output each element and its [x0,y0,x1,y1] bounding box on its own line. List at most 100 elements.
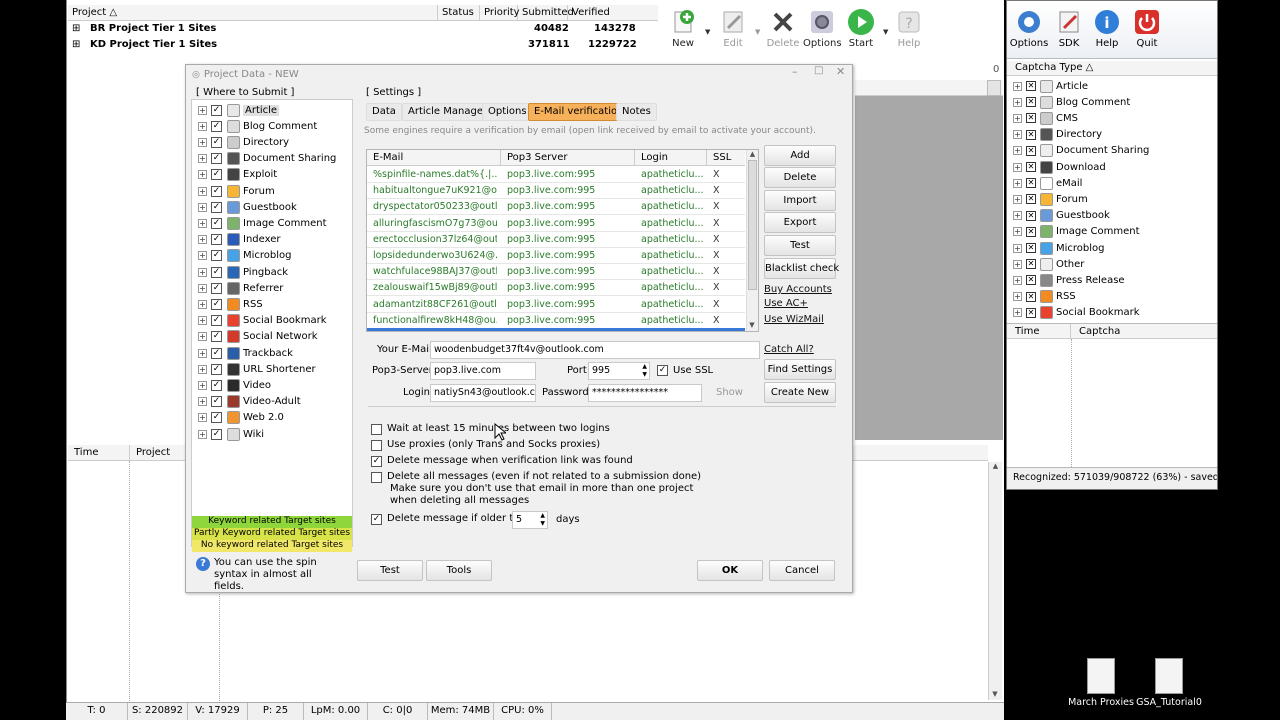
expand-icon[interactable]: + [198,364,207,374]
delete-found-option[interactable]: ✓ Delete message when verification link w… [371,455,633,467]
captcha-type-item[interactable]: + ✕ Document Sharing [1013,143,1149,159]
expand-icon[interactable]: + [1013,259,1022,269]
captcha-type-item[interactable]: + ✕ Social Bookmark [1013,305,1140,321]
checkbox-checked[interactable]: ✓ [371,456,382,467]
close-button[interactable]: ✕ [836,65,845,78]
checkbox-checked[interactable]: ✕ [1026,194,1036,205]
test-button[interactable]: Test [764,235,836,256]
new-button[interactable]: New [667,8,699,49]
blacklist-check-button[interactable]: Blacklist check [764,258,839,279]
edit-dropdown-icon[interactable]: ▼ [755,28,760,36]
checkbox-checked[interactable]: ✓ [211,298,222,310]
captcha-type-item[interactable]: + ✕ Image Comment [1013,224,1140,240]
port-field[interactable]: 995 ▲ ▼ [588,362,650,380]
delete-older-option[interactable]: ✓ Delete message if older than [371,513,532,525]
engine-item[interactable]: + ✓ Video [198,377,271,393]
engine-item[interactable]: + ✓ Document Sharing [198,151,336,167]
engine-item[interactable]: + ✓ Exploit [198,167,277,183]
add-button[interactable]: Add [764,145,836,166]
table-row[interactable]: dryspectator050233@outl... pop3.live.com:… [367,199,745,216]
tab-notes[interactable]: Notes [616,103,657,121]
expand-icon[interactable]: + [1013,162,1022,172]
captcha-type-item[interactable]: + ✕ Article [1013,78,1088,94]
desktop-file-tutorial[interactable]: GSA_Tutorial0 [1134,658,1204,708]
checkbox-checked[interactable]: ✕ [1026,97,1036,108]
find-settings-button[interactable]: Find Settings [764,359,836,380]
checkbox-checked[interactable]: ✓ [211,363,222,375]
col-priority[interactable]: Priority [480,5,520,20]
table-row[interactable]: habitualtongue7uK921@ou... pop3.live.com:… [367,183,745,200]
table-row[interactable]: zealouswaif15wBj89@outl... pop3.live.com:… [367,280,745,297]
maximize-button[interactable]: □ [814,65,823,76]
options-button[interactable]: Options [803,8,842,49]
checkbox-checked[interactable]: ✕ [1026,129,1036,140]
email-table-scrollbar[interactable]: ▲ ▼ [746,150,758,331]
expand-icon[interactable]: + [1013,292,1022,302]
table-row[interactable]: watchfulace98BAJ37@outl... pop3.live.com:… [367,264,745,281]
engine-item[interactable]: + ✓ Image Comment [198,215,327,231]
expand-icon[interactable]: + [1013,81,1022,91]
captcha-type-item[interactable]: + ✕ Guestbook [1013,208,1110,224]
expand-icon[interactable]: + [1013,178,1022,188]
engine-item[interactable]: + ✓ Microblog [198,248,292,264]
engine-item[interactable]: + ✓ Pingback [198,264,288,280]
checkbox-checked[interactable]: ✓ [211,104,222,116]
show-password-button[interactable]: Show [716,387,743,398]
checkbox-unchecked[interactable] [371,424,382,435]
engine-item[interactable]: + ✓ RSS [198,296,263,312]
expand-icon[interactable]: + [1013,194,1022,204]
checkbox-checked[interactable]: ✕ [1026,113,1036,124]
col-submitted[interactable]: Submitted [518,5,574,20]
engine-item[interactable]: + ✓ Web 2.0 [198,410,284,426]
captcha-options-button[interactable]: Options [1009,9,1049,49]
col-pop3[interactable]: Pop3 Server [501,150,635,165]
captcha-type-item[interactable]: + ✕ CMS [1013,110,1078,126]
checkbox-checked[interactable]: ✓ [371,514,382,525]
use-ssl-checkbox[interactable]: ✓ Use SSL [657,365,713,376]
tab-article-manager[interactable]: Article Manager [402,103,494,121]
expand-icon[interactable]: + [198,267,207,277]
checkbox-checked[interactable]: ✓ [211,136,222,148]
engine-item[interactable]: + ✓ Video-Adult [198,394,301,410]
checkbox-checked[interactable]: ✕ [1026,259,1036,270]
tab-email-verification[interactable]: E-Mail verification [528,103,630,121]
checkbox-checked[interactable]: ✓ [211,201,222,213]
expand-icon[interactable]: + [1013,227,1022,237]
checkbox-checked[interactable]: ✕ [1026,145,1036,156]
col-project[interactable]: Project △ [68,5,438,20]
checkbox-checked[interactable]: ✕ [1026,226,1036,237]
captcha-type-item[interactable]: + ✕ Microblog [1013,240,1105,256]
col-login[interactable]: Login [635,150,707,165]
expand-icon[interactable]: + [198,235,207,245]
table-row[interactable]: alluringfascismO7g73@ou... pop3.live.com:… [367,216,745,232]
create-new-button[interactable]: Create New [764,382,836,403]
wait-option[interactable]: Wait at least 15 minutes between two log… [371,423,610,435]
expand-icon[interactable]: + [198,283,207,293]
col-time[interactable]: Time [68,445,130,460]
table-row[interactable]: functionalfirew8kH48@ou... pop3.live.com:… [367,313,745,329]
tab-options[interactable]: Options [482,103,533,121]
checkbox-unchecked[interactable] [371,440,382,451]
expand-icon[interactable]: + [198,299,207,309]
checkbox-checked[interactable]: ✓ [211,120,222,132]
checkbox-checked[interactable]: ✓ [211,185,222,197]
captcha-type-item[interactable]: + ✕ eMail [1013,175,1082,191]
col-time[interactable]: Time [1007,324,1071,338]
checkbox-checked[interactable]: ✓ [211,153,222,165]
help-button[interactable]: ? Help [893,8,925,49]
checkbox-checked[interactable]: ✕ [1026,178,1036,189]
col-status[interactable]: Status [438,5,480,20]
expand-icon[interactable]: + [1013,146,1022,156]
captcha-type-header[interactable]: Captcha Type △ [1007,61,1217,76]
engine-item[interactable]: + ✓ Article [198,102,280,118]
table-row[interactable]: adamantzit88CF261@outl... pop3.live.com:9… [367,297,745,313]
checkbox-checked[interactable]: ✓ [211,169,222,181]
expand-icon[interactable]: + [198,218,207,228]
captcha-type-item[interactable]: + ✕ Other [1013,256,1084,272]
table-row[interactable]: lopsidedunderwo3U624@... pop3.live.com:99… [367,248,745,264]
expand-icon[interactable]: + [1013,275,1022,285]
cancel-button[interactable]: Cancel [769,560,835,581]
checkbox-checked[interactable]: ✓ [211,234,222,246]
your-email-field[interactable]: woodenbudget37ft4v@outlook.com [430,341,760,359]
quit-button[interactable]: Quit [1127,9,1167,49]
